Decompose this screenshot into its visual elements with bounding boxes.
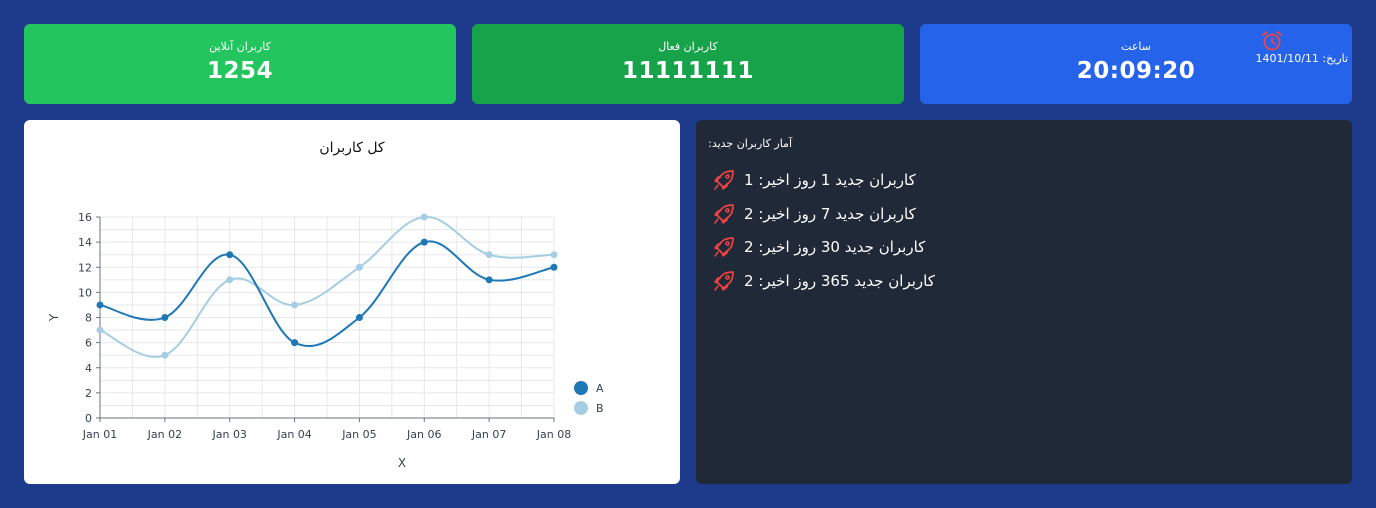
online-users-card: کاربران آنلاین 1254 [24,24,456,104]
rocket-icon [714,237,734,257]
x-tick-label: Jan 08 [536,428,571,441]
y-tick-label: 16 [78,211,92,224]
x-tick-label: Jan 06 [406,428,441,441]
data-point-a [420,238,428,246]
online-users-value: 1254 [206,58,273,84]
data-point-b [96,326,104,334]
date-value: 1401/10/11 [1255,52,1319,65]
new-users-item: کاربران جدید 30 روز اخیر: 2 [712,234,925,260]
data-point-a [550,263,558,271]
rocket-icon [714,204,734,224]
data-point-a [355,314,363,321]
data-point-b [420,213,428,221]
clock-card: ساعت 20:09:20 تاریخ: 1401/10/11 [920,24,1352,104]
online-users-label: کاربران آنلاین [209,40,271,53]
alarm-clock-icon [1262,31,1282,51]
rocket-icon [714,271,734,291]
rocket-icon [714,170,734,190]
y-tick-label: 14 [78,236,92,249]
data-point-a [96,301,104,309]
new-users-item-text: کاربران جدید 1 روز اخیر: 1 [744,171,916,189]
active-users-value: 11111111 [621,58,755,84]
new-users-item: کاربران جدید 365 روز اخیر: 2 [712,268,935,294]
x-axis-label: X [398,456,406,470]
data-point-b [161,351,169,359]
new-users-item: کاربران جدید 7 روز اخیر: 2 [712,201,916,227]
data-point-b [355,263,363,271]
total-users-chart: 0 2 4 6 8 10 12 14 16 Jan 01 Jan 02 Jan 03 Jan 04 Jan… [47,211,604,470]
active-users-card: کاربران فعال 11111111 [472,24,904,104]
date-label: تاریخ: [1322,52,1348,65]
new-users-stats-card: آمار کاربران جدید: کاربران جدید 1 روز اخ… [696,120,1352,484]
legend-swatch-b [574,401,588,415]
y-tick-label: 2 [85,387,92,400]
new-users-item-text: کاربران جدید 30 روز اخیر: 2 [744,238,926,256]
y-axis-label: Y [47,313,61,322]
data-point-a [485,276,493,284]
new-users-item: کاربران جدید 1 روز اخیر: 1 [712,167,916,193]
x-tick-label: Jan 01 [82,428,117,441]
date-row: تاریخ: 1401/10/11 [1256,52,1349,65]
legend-label-b: B [596,402,604,415]
new-users-heading: آمار کاربران جدید: [708,137,792,150]
legend-label-a: A [596,382,604,395]
y-tick-label: 6 [85,337,92,350]
y-tick-label: 8 [85,312,92,325]
new-users-item-text: کاربران جدید 365 روز اخیر: 2 [744,272,935,290]
data-point-b [485,251,493,259]
data-point-a [291,339,299,347]
y-tick-label: 4 [85,362,92,375]
x-tick-label: Jan 03 [211,428,246,441]
y-tick-label: 10 [78,286,92,299]
x-tick-label: Jan 02 [147,428,182,441]
y-tick-label: 12 [78,261,92,274]
data-point-a [226,251,234,259]
x-tick-label: Jan 07 [471,428,506,441]
new-users-item-text: کاربران جدید 7 روز اخیر: 2 [744,205,916,223]
data-point-a [161,314,169,321]
x-tick-label: Jan 05 [341,428,376,441]
total-users-chart-card: کل کاربران 0 2 4 6 8 10 12 14 16 Jan 01 Jan 02 Jan … [24,120,680,484]
data-point-b [226,276,234,284]
x-tick-label: Jan 04 [276,428,311,441]
data-point-b [550,251,558,259]
legend-swatch-a [574,381,588,395]
data-point-b [291,301,299,309]
y-tick-label: 0 [85,412,92,425]
active-users-label: کاربران فعال [658,40,718,53]
